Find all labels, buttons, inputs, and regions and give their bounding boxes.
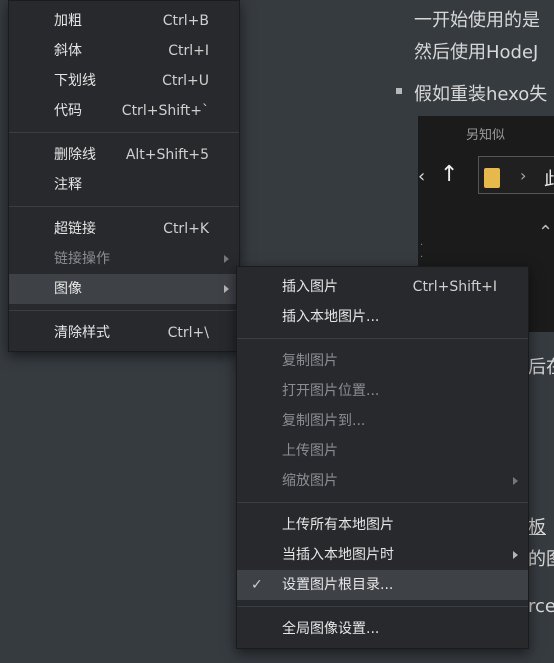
menu-item-label: 注释 [54,177,82,193]
menu-item-shortcut: Ctrl+\ [167,325,209,341]
menu-item-hyperlink[interactable]: 超链接 Ctrl+K [9,214,239,244]
menu-item-open-image-location[interactable]: 打开图片位置... [237,376,528,406]
menu-separator [237,338,528,339]
path-text: 此 [544,169,554,190]
menu-item-italic[interactable]: 斜体 Ctrl+I [9,36,239,66]
menu-item-shortcut: Ctrl+Shift+` [121,103,209,119]
chevron-right-icon: › [520,166,527,185]
menu-item-label: 超链接 [54,221,96,237]
menu-item-label: 图像 [54,281,82,297]
menu-item-code[interactable]: 代码 Ctrl+Shift+` [9,96,239,126]
editor-text-line: 后在 [528,357,554,378]
menu-item-label: 链接操作 [54,251,110,267]
submenu-arrow-icon [513,551,518,559]
menu-item-label: 斜体 [54,43,82,59]
menu-item-upload-image[interactable]: 上传图片 [237,436,528,466]
menu-item-image[interactable]: 图像 [9,274,239,304]
menu-item-bold[interactable]: 加粗 Ctrl+B [9,6,239,36]
menu-item-shortcut: Ctrl+Shift+I [412,279,497,295]
menu-separator [9,132,239,133]
menu-item-shortcut: Ctrl+B [162,13,209,29]
image-submenu: 插入图片 Ctrl+Shift+I 插入本地图片... 复制图片 打开图片位置.… [236,266,529,649]
menu-item-shortcut: Ctrl+I [168,43,209,59]
menu-item-label: 全局图像设置... [282,621,380,637]
menu-separator [9,310,239,311]
menu-item-when-insert-local-image[interactable]: 当插入本地图片时 [237,540,528,570]
editor-text-line: 假如重装hexo失 [414,84,548,105]
back-arrow-icon: ‹ [418,166,426,187]
menu-item-label: 复制图片 [282,353,338,369]
menu-item-copy-image[interactable]: 复制图片 [237,346,528,376]
menu-separator [9,206,239,207]
submenu-arrow-icon [224,255,229,263]
menu-item-label: 插入图片 [282,279,338,295]
menu-item-label: 插入本地图片... [282,309,380,325]
menu-item-label: 代码 [54,103,82,119]
menu-item-insert-local-image[interactable]: 插入本地图片... [237,302,528,332]
menu-item-upload-all-local-images[interactable]: 上传所有本地图片 [237,510,528,540]
menu-item-zoom-image[interactable]: 缩放图片 [237,466,528,496]
menu-item-underline[interactable]: 下划线 Ctrl+U [9,66,239,96]
menu-item-label: 当插入本地图片时 [282,547,394,563]
caret-up-icon: ⌃ [538,222,554,243]
menu-item-label: 打开图片位置... [282,383,380,399]
editor-text-line: 的图 [528,549,554,570]
editor-text-line: 然后使用HodeJ [414,42,539,63]
context-menu: 加粗 Ctrl+B 斜体 Ctrl+I 下划线 Ctrl+U 代码 Ctrl+S… [8,0,240,352]
menu-item-label: 上传所有本地图片 [282,517,394,533]
menu-separator [237,502,528,503]
folder-icon [484,168,500,188]
menu-separator [237,606,528,607]
menu-item-shortcut: Ctrl+K [163,221,209,237]
submenu-arrow-icon [224,285,229,293]
up-arrow-icon: ↑ [440,162,459,187]
menu-item-insert-image[interactable]: 插入图片 Ctrl+Shift+I [237,272,528,302]
menu-item-copy-image-to[interactable]: 复制图片到... [237,406,528,436]
checkmark-icon: ✓ [251,577,263,593]
menu-item-label: 缩放图片 [282,473,338,489]
menu-item-label: 清除样式 [54,325,110,341]
menu-item-clear-format[interactable]: 清除样式 Ctrl+\ [9,318,239,348]
menu-item-strikethrough[interactable]: 删除线 Alt+Shift+5 [9,140,239,170]
menu-item-label: 删除线 [54,147,96,163]
menu-item-comment[interactable]: 注释 [9,170,239,200]
menu-item-link-actions[interactable]: 链接操作 [9,244,239,274]
menu-item-label: 加粗 [54,13,82,29]
submenu-arrow-icon [513,477,518,485]
menu-item-global-image-settings[interactable]: 全局图像设置... [237,614,528,644]
menu-item-shortcut: Alt+Shift+5 [125,147,209,163]
list-bullet [396,88,402,94]
embedded-window-title: 另知似 [466,128,506,143]
menu-item-label: 设置图片根目录... [282,577,394,593]
editor-text-line: rce [528,596,554,617]
menu-item-label: 复制图片到... [282,413,366,429]
menu-item-shortcut: Ctrl+U [162,73,209,89]
editor-text-line: 一开始使用的是 [414,10,540,31]
menu-item-set-image-root[interactable]: ✓ 设置图片根目录... [237,570,528,600]
editor-text-line: 板 [528,517,546,538]
menu-item-label: 上传图片 [282,443,338,459]
menu-item-label: 下划线 [54,73,96,89]
